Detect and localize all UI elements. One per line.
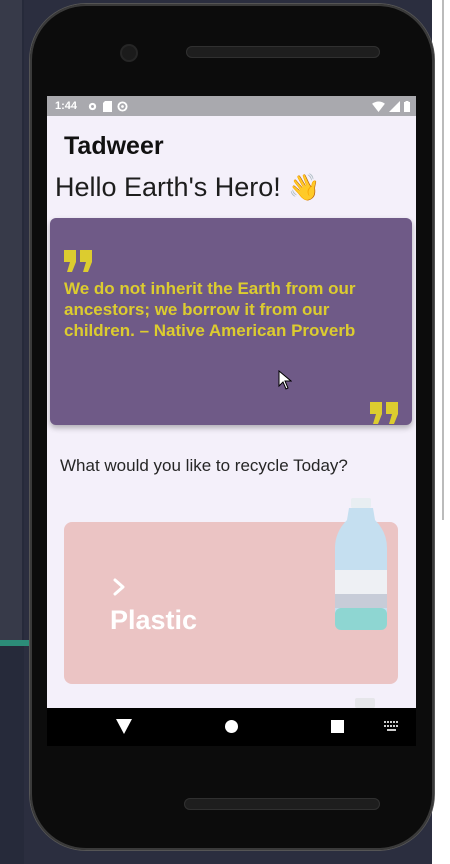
earpiece-speaker (186, 46, 380, 58)
keyboard-icon[interactable] (384, 721, 400, 731)
chevron-right-icon (112, 576, 126, 604)
back-icon[interactable] (116, 719, 132, 734)
android-nav-bar (47, 708, 416, 746)
ide-right-scrollbar[interactable] (442, 0, 444, 520)
sync-icon (117, 100, 128, 112)
close-quote-icon (370, 374, 400, 434)
quote-card: We do not inherit the Earth from our anc… (50, 218, 412, 425)
open-quote-icon (64, 222, 94, 282)
waving-hand-emoji: 👋 (288, 172, 321, 202)
recents-icon[interactable] (331, 720, 344, 733)
ide-accent-bar (0, 640, 30, 646)
home-icon[interactable] (225, 720, 238, 733)
second-bottle-cap (355, 698, 375, 708)
ide-left-panel-overlay (0, 0, 22, 640)
status-right-icons (372, 100, 410, 112)
sim-card-icon (103, 100, 113, 112)
status-bar: 1:44 (47, 96, 416, 116)
front-camera (122, 46, 136, 60)
greeting-text: Hello Earth's Hero! (55, 172, 281, 202)
status-left-icons (87, 100, 128, 112)
mouse-cursor-icon (278, 370, 292, 390)
gear-icon (88, 102, 97, 110)
plastic-bottle-image (335, 498, 387, 630)
category-label-plastic: Plastic (110, 605, 198, 635)
status-time: 1:44 (55, 100, 78, 112)
recycle-prompt: What would you like to recycle Today? (60, 456, 348, 475)
greeting-heading: Hello Earth's Hero! 👋 (55, 172, 321, 203)
ide-right-panel (432, 0, 450, 864)
wifi-icon (372, 100, 385, 112)
app-screen: 1:44 Tadweer Hello Earth's Hero! 👋 We do… (47, 96, 416, 746)
open-quote-glyph (64, 250, 92, 272)
battery-icon (404, 100, 410, 112)
app-title: Tadweer (64, 132, 164, 160)
quote-text: We do not inherit the Earth from our anc… (64, 279, 356, 340)
signal-icon (389, 100, 400, 112)
bottom-speaker (184, 798, 380, 810)
close-quote-glyph (370, 402, 398, 424)
